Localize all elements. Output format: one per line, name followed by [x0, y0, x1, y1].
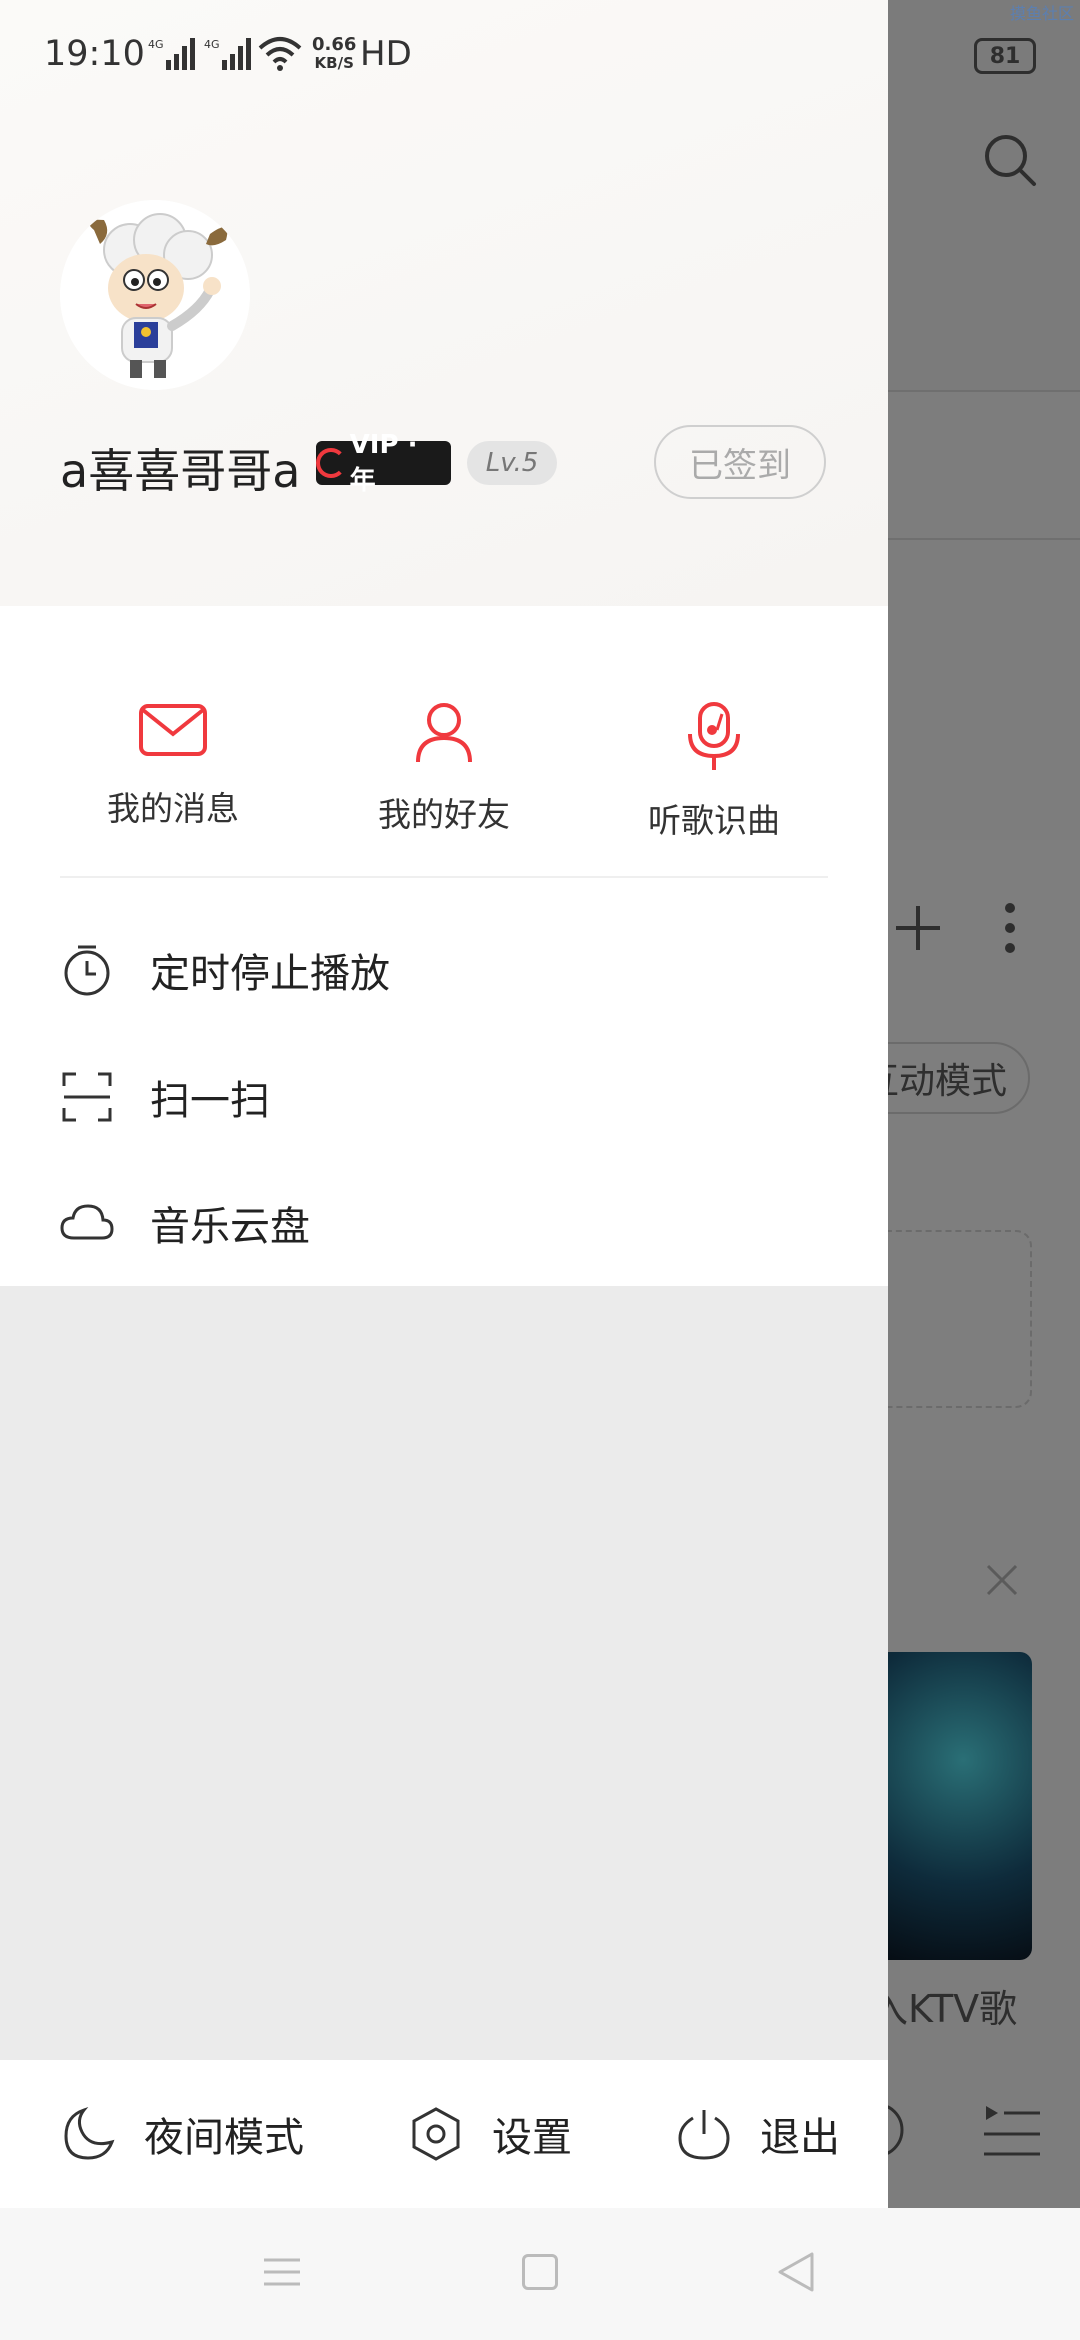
quick-action-label: 我的消息	[107, 789, 239, 828]
battery-indicator: 81	[974, 38, 1036, 74]
quick-action-recognize[interactable]: 听歌识曲	[579, 700, 849, 842]
moon-icon	[64, 2106, 115, 2160]
svg-text:4G: 4G	[148, 38, 164, 51]
person-icon	[416, 703, 472, 763]
corner-watermark: 摸鱼社区	[1010, 4, 1075, 23]
background-divider	[888, 538, 1080, 540]
mail-icon	[139, 704, 207, 756]
avatar[interactable]	[60, 200, 250, 390]
mic-music-icon	[688, 702, 740, 770]
wifi-icon	[256, 34, 304, 72]
quick-action-label: 我的好友	[378, 795, 510, 834]
section-divider	[60, 876, 828, 878]
home-nav-icon[interactable]	[522, 2254, 558, 2290]
username[interactable]: a喜喜哥哥a	[60, 435, 300, 501]
playlist-icon	[982, 2104, 1042, 2160]
timer-icon	[64, 945, 110, 996]
power-icon	[678, 2110, 730, 2160]
scan-icon	[62, 1072, 112, 1122]
menu-item-sleep-timer[interactable]: 定时停止播放	[60, 925, 820, 1015]
menu-item-cloud-drive[interactable]: 音乐云盘	[60, 1178, 820, 1268]
cloud-icon	[60, 1204, 114, 1240]
gear-icon	[412, 2107, 460, 2161]
settings-button[interactable]: 设置	[408, 2060, 572, 2208]
more-icon	[1000, 900, 1020, 956]
add-icon	[890, 900, 946, 956]
level-badge[interactable]: Lv.5	[467, 441, 557, 485]
quick-action-friends[interactable]: 我的好友	[309, 700, 579, 836]
menu-item-scan[interactable]: 扫一扫	[60, 1052, 820, 1142]
sheep-avatar-icon	[60, 200, 250, 390]
quick-action-label: 听歌识曲	[648, 801, 780, 840]
svg-text:4G: 4G	[204, 38, 220, 51]
menu-nav-icon[interactable]	[262, 2252, 302, 2292]
close-icon	[984, 1562, 1020, 1598]
ktv-label: 入KTV歌	[870, 1987, 1018, 2031]
night-mode-button[interactable]: 夜间模式	[60, 2060, 304, 2208]
hd-indicator: HD	[360, 34, 412, 74]
vip-badge[interactable]: VIP · 年	[316, 430, 451, 496]
logout-button[interactable]: 退出	[676, 2060, 840, 2208]
background-divider	[888, 390, 1080, 392]
status-time: 19:10	[44, 34, 145, 74]
quick-action-messages[interactable]: 我的消息	[38, 700, 308, 830]
net-speed: 0.66 KB/S	[312, 34, 357, 73]
back-nav-icon[interactable]	[776, 2250, 816, 2294]
search-icon	[980, 130, 1040, 190]
vip-logo-icon	[316, 448, 346, 478]
signin-button[interactable]: 已签到	[654, 425, 826, 499]
